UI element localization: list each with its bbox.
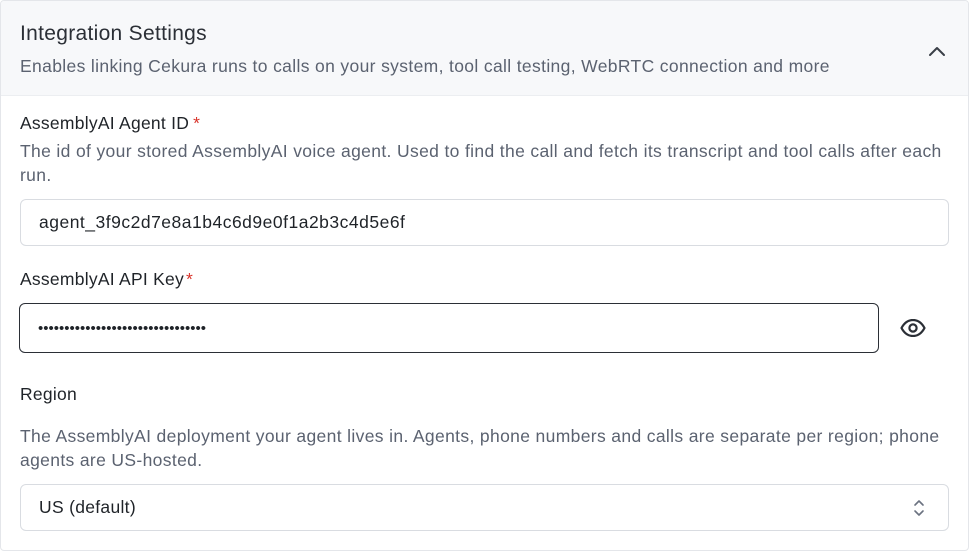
agent-id-input[interactable] (20, 199, 949, 246)
chevron-up-down-icon (914, 500, 924, 516)
api-key-input[interactable] (19, 303, 879, 353)
required-marker: * (193, 113, 201, 133)
collapse-button[interactable] (923, 37, 951, 65)
panel-header[interactable]: Integration Settings Enables linking Cek… (1, 1, 968, 96)
api-key-label-text: AssemblyAI API Key (20, 269, 185, 289)
panel-title: Integration Settings (20, 22, 207, 45)
toggle-visibility-button[interactable] (899, 314, 927, 342)
chevron-up-icon (929, 47, 945, 56)
api-key-label: AssemblyAI API Key * (20, 269, 193, 290)
integration-settings-panel: Integration Settings Enables linking Cek… (0, 0, 969, 551)
region-label: Region (20, 384, 77, 404)
region-help: The AssemblyAI deployment your agent liv… (20, 426, 940, 470)
panel-subtitle: Enables linking Cekura runs to calls on … (20, 56, 830, 76)
agent-id-help: The id of your stored AssemblyAI voice a… (20, 141, 942, 185)
region-selected-value: US (default) (39, 497, 136, 517)
agent-id-label-text: AssemblyAI Agent ID (20, 113, 190, 133)
region-select[interactable]: US (default) (20, 484, 949, 531)
agent-id-label: AssemblyAI Agent ID * (20, 113, 200, 134)
eye-icon (900, 319, 926, 337)
required-marker: * (186, 269, 194, 289)
